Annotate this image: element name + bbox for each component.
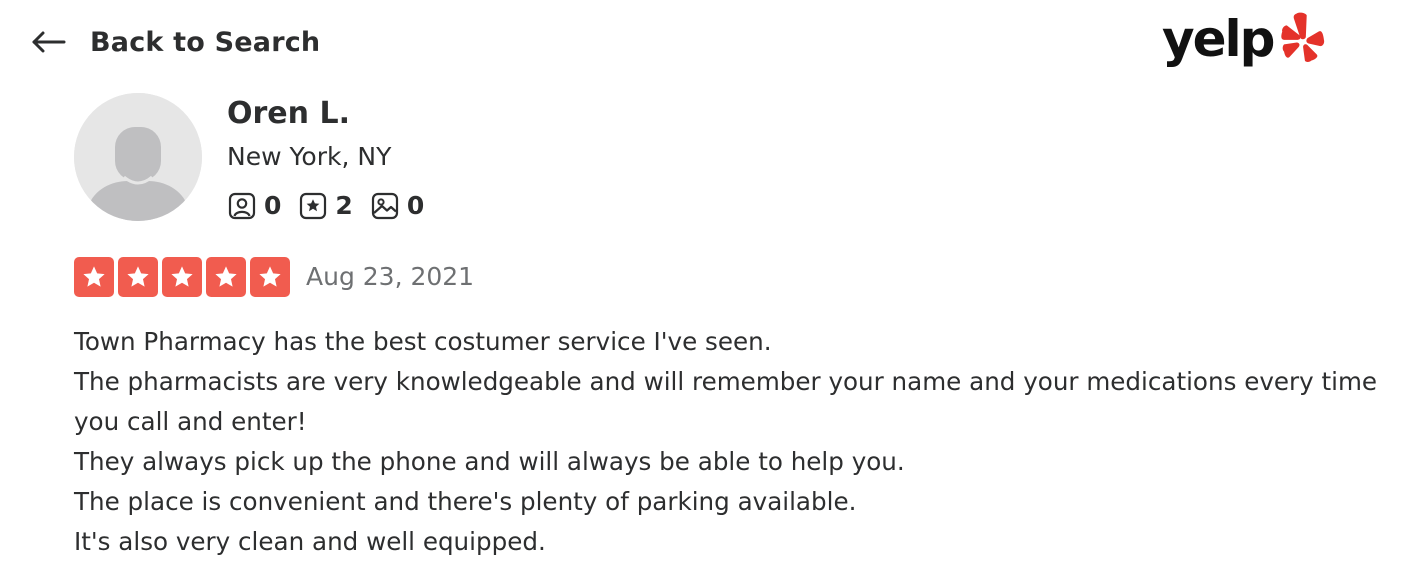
yelp-logo-text: yelp <box>1162 10 1275 68</box>
rating-row: Aug 23, 2021 <box>74 257 474 297</box>
rating-star-icon <box>250 257 290 297</box>
friends-icon <box>228 192 256 220</box>
arrow-left-icon <box>32 31 66 53</box>
rating-star-icon <box>206 257 246 297</box>
reviews-stat: 2 <box>299 190 353 222</box>
rating-star-icon <box>162 257 202 297</box>
reviewer-stats: 0 2 0 <box>228 190 424 222</box>
rating-star-icon <box>74 257 114 297</box>
review-text-line: The place is convenient and there's plen… <box>74 487 857 516</box>
yelp-logo[interactable]: yelp <box>1162 6 1328 74</box>
reviewer-name[interactable]: Oren L. <box>227 94 350 134</box>
photos-count: 0 <box>406 191 425 220</box>
review-date: Aug 23, 2021 <box>306 262 475 291</box>
star-rating <box>74 257 290 297</box>
friends-count: 0 <box>264 191 282 220</box>
reviews-star-icon <box>300 192 327 220</box>
reviews-count: 2 <box>335 191 353 220</box>
review-text-line: It's also very clean and well equipped. <box>74 527 546 556</box>
photos-stat: 0 <box>371 190 424 222</box>
yelp-burst-icon <box>1281 12 1325 63</box>
review-text: Town Pharmacy has the best costumer serv… <box>74 322 1404 562</box>
photos-icon <box>371 192 398 220</box>
avatar[interactable] <box>74 93 202 221</box>
review-text-line: The pharmacists are very knowledgeable a… <box>74 367 1378 436</box>
rating-star-icon <box>118 257 158 297</box>
review-text-line: They always pick up the phone and will a… <box>74 447 905 476</box>
reviewer-location: New York, NY <box>227 142 392 171</box>
friends-stat: 0 <box>228 190 281 222</box>
back-to-search-link[interactable]: Back to Search <box>32 20 320 64</box>
review-text-line: Town Pharmacy has the best costumer serv… <box>74 327 772 356</box>
default-user-icon <box>74 93 202 221</box>
back-to-search-label: Back to Search <box>90 26 321 58</box>
